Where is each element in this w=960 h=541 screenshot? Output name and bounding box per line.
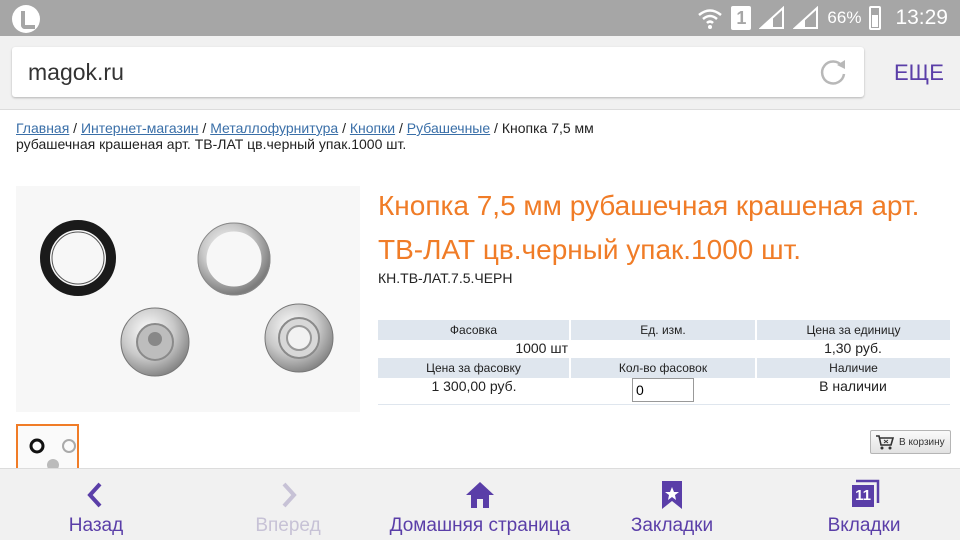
header-availability: Наличие <box>756 358 950 378</box>
battery-percent: 66% <box>827 8 862 27</box>
signal-icon-2 <box>793 6 819 29</box>
product-image[interactable] <box>16 186 360 412</box>
packaging-value: 1000 шт <box>515 340 568 356</box>
pack-price-value: 1 300,00 руб. <box>378 378 570 405</box>
breadcrumb-link-hardware[interactable]: Металлофурнитура <box>210 120 338 136</box>
breadcrumb-link-shirt[interactable]: Рубашечные <box>407 120 490 136</box>
back-button[interactable]: Назад <box>50 469 142 541</box>
bookmarks-label: Закладки <box>630 515 714 536</box>
breadcrumb: Главная / Интернет-магазин / Металлофурн… <box>16 120 676 152</box>
breadcrumb-separator: / <box>198 120 211 136</box>
cart-icon <box>876 435 895 450</box>
app-notification-icon <box>12 5 40 33</box>
header-packaging: Фасовка <box>378 320 571 340</box>
home-label: Домашняя страница <box>389 515 571 536</box>
home-icon <box>466 482 494 508</box>
tabs-count: 11 <box>852 485 874 507</box>
url-text[interactable]: magok.ru <box>28 59 124 86</box>
more-button[interactable]: ЕЩЕ <box>894 60 944 86</box>
table-header-row: Фасовка Ед. изм. Цена за единицу <box>378 320 950 340</box>
signal-icon <box>759 6 785 29</box>
tabs-icon: 11 <box>848 479 880 511</box>
breadcrumb-separator: / <box>338 120 350 136</box>
chevron-left-icon <box>87 482 102 508</box>
unit-value <box>570 340 756 358</box>
add-to-cart-button[interactable]: В корзину <box>870 430 951 454</box>
availability-value: В наличии <box>756 378 950 405</box>
reload-icon[interactable] <box>818 57 848 87</box>
tabs-button[interactable]: 11 Вкладки <box>818 469 910 541</box>
tabs-label: Вкладки <box>827 515 901 536</box>
unit-price-value: 1,30 руб. <box>824 340 882 356</box>
browser-bottom-nav: Назад Вперед Домашняя страница Закладки … <box>0 468 960 540</box>
bookmark-icon <box>662 481 682 509</box>
wifi-icon <box>698 9 723 29</box>
bookmarks-button[interactable]: Закладки <box>620 469 724 541</box>
breadcrumb-separator: / <box>395 120 407 136</box>
header-pack-price: Цена за фасовку <box>378 358 571 378</box>
back-label: Назад <box>68 515 124 536</box>
battery-icon <box>869 6 882 30</box>
product-info-table: Фасовка Ед. изм. Цена за единицу 1000 шт… <box>378 320 950 405</box>
breadcrumb-separator: / <box>69 120 81 136</box>
product-thumbnail[interactable] <box>16 424 79 474</box>
forward-label: Вперед <box>255 515 321 536</box>
breadcrumb-link-shop[interactable]: Интернет-магазин <box>81 120 199 136</box>
header-unit: Ед. изм. <box>570 320 757 340</box>
status-indicators: 1 66% 13:29 <box>697 0 948 36</box>
breadcrumb-link-buttons[interactable]: Кнопки <box>350 120 395 136</box>
home-button[interactable]: Домашняя страница <box>388 469 572 541</box>
chevron-right-icon <box>282 482 297 508</box>
product-sku: КН.ТВ-ЛАТ.7.5.ЧЕРН <box>378 270 513 286</box>
header-pack-count: Кол-во фасовок <box>570 358 757 378</box>
table-header-row: Цена за фасовку Кол-во фасовок Наличие <box>378 358 950 378</box>
add-to-cart-label: В корзину <box>899 436 945 448</box>
breadcrumb-separator: / <box>490 120 502 136</box>
table-row: 1 300,00 руб. В наличии <box>378 378 950 405</box>
table-row: 1000 шт 1,30 руб. <box>378 340 950 358</box>
quantity-input[interactable] <box>632 378 694 402</box>
status-bar: 1 66% 13:29 <box>0 0 960 36</box>
thumbnail-image <box>29 438 76 471</box>
breadcrumb-link-home[interactable]: Главная <box>16 120 69 136</box>
header-unit-price: Цена за единицу <box>756 320 950 340</box>
sim-icon: 1 <box>731 6 752 30</box>
browser-toolbar: magok.ru ЕЩЕ <box>0 36 960 110</box>
quantity-cell <box>570 378 756 405</box>
status-time: 13:29 <box>895 6 948 29</box>
product-title: Кнопка 7,5 мм рубашечная крашеная арт. Т… <box>378 190 920 265</box>
forward-button[interactable]: Вперед <box>238 469 338 541</box>
address-bar[interactable]: magok.ru <box>12 47 864 97</box>
